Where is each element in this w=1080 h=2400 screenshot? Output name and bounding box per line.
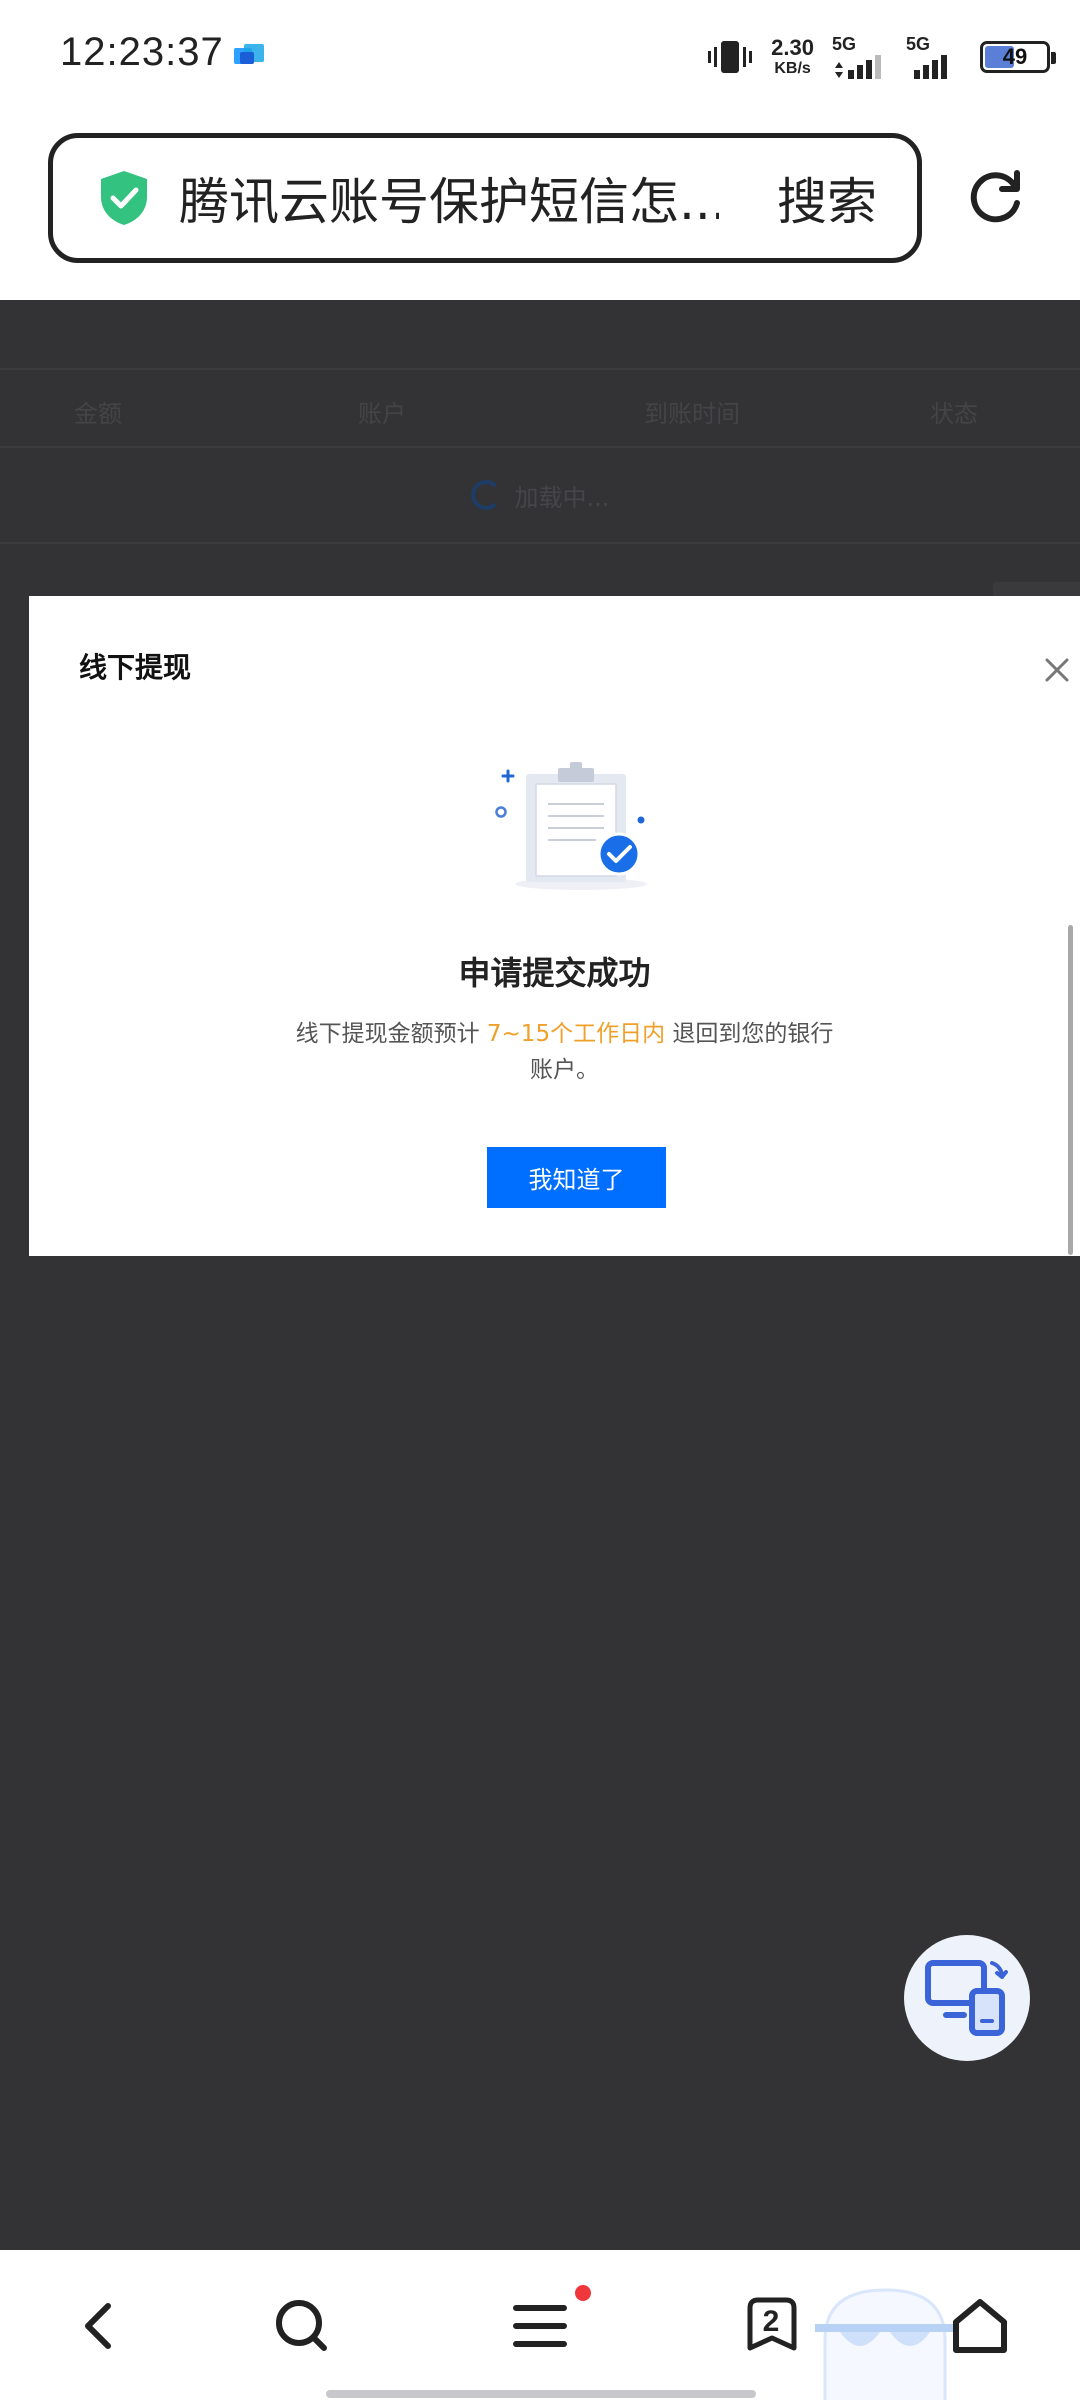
address-text[interactable]: 腾讯云账号保护短信怎... bbox=[179, 162, 719, 234]
battery-cap bbox=[1051, 52, 1056, 64]
clipboard-success-icon bbox=[495, 762, 647, 890]
tabs-count: 2 bbox=[762, 2305, 780, 2338]
table-header-status: 状态 bbox=[930, 400, 978, 428]
table-header-amount: 金额 bbox=[74, 400, 122, 428]
menu-icon[interactable] bbox=[508, 2294, 572, 2358]
app-notification-icon bbox=[234, 44, 264, 64]
loading-spinner-icon bbox=[470, 480, 501, 510]
browser-toolbar: 腾讯云账号保护短信怎... 搜索 bbox=[0, 115, 1080, 300]
loading-row: 加载中... bbox=[0, 448, 1080, 544]
address-bar[interactable]: 腾讯云账号保护短信怎... 搜索 bbox=[48, 133, 922, 263]
desc-highlight: 7~15个工作日内 bbox=[486, 1021, 666, 1047]
withdraw-dialog: 线下提现 申请提交成功 线下提现金额预计 7~15个工作日内 退回到您的银行账户… bbox=[29, 596, 1080, 1256]
menu-notification-dot bbox=[575, 2285, 591, 2301]
close-icon[interactable] bbox=[1041, 654, 1073, 686]
signal-bars-icon bbox=[835, 55, 881, 79]
table-header: 金额 账户 到账时间 状态 bbox=[0, 368, 1080, 448]
dialog-title: 线下提现 bbox=[79, 651, 192, 684]
mascot-icon bbox=[815, 2288, 955, 2400]
dialog-description: 线下提现金额预计 7~15个工作日内 退回到您的银行账户。 bbox=[289, 1016, 840, 1088]
net-speed-unit: KB/s bbox=[774, 60, 811, 77]
net-speed-value: 2.30 bbox=[771, 35, 814, 60]
loading-text: 加载中... bbox=[514, 483, 610, 512]
floating-device-switch-button[interactable] bbox=[904, 1935, 1030, 2061]
table-header-arrival-time: 到账时间 bbox=[644, 400, 740, 428]
net-speed: 2.30 KB/s bbox=[771, 37, 814, 77]
table-header-account: 账户 bbox=[358, 400, 406, 428]
search-icon[interactable] bbox=[270, 2294, 334, 2358]
desc-prefix: 线下提现金额预计 bbox=[295, 1021, 480, 1047]
signal-sim2: 5G bbox=[906, 34, 962, 80]
signal-sim1: 5G bbox=[832, 34, 888, 80]
dialog-scrollbar[interactable] bbox=[1068, 925, 1073, 1255]
device-switch-icon bbox=[925, 1960, 1008, 2036]
status-indicators: 2.30 KB/s 5G 5G 49 bbox=[707, 32, 1056, 82]
ok-button[interactable]: 我知道了 bbox=[487, 1147, 666, 1208]
search-button[interactable]: 搜索 bbox=[777, 162, 877, 234]
bottom-nav: 2 bbox=[0, 2250, 1080, 2400]
status-time: 12:23:37 bbox=[60, 30, 224, 74]
home-indicator[interactable] bbox=[326, 2390, 756, 2398]
status-bar: 12:23:37 2.30 KB/s 5G 5G 49 bbox=[0, 0, 1080, 115]
battery-indicator: 49 bbox=[980, 41, 1056, 73]
home-icon[interactable] bbox=[948, 2294, 1012, 2358]
success-title: 申请提交成功 bbox=[458, 954, 651, 992]
signal-bars-icon bbox=[914, 55, 947, 79]
reload-icon[interactable] bbox=[964, 167, 1026, 229]
back-icon[interactable] bbox=[68, 2294, 132, 2358]
vibrate-icon bbox=[708, 41, 753, 73]
battery-level: 49 bbox=[1002, 44, 1028, 69]
shield-check-icon bbox=[101, 171, 147, 225]
